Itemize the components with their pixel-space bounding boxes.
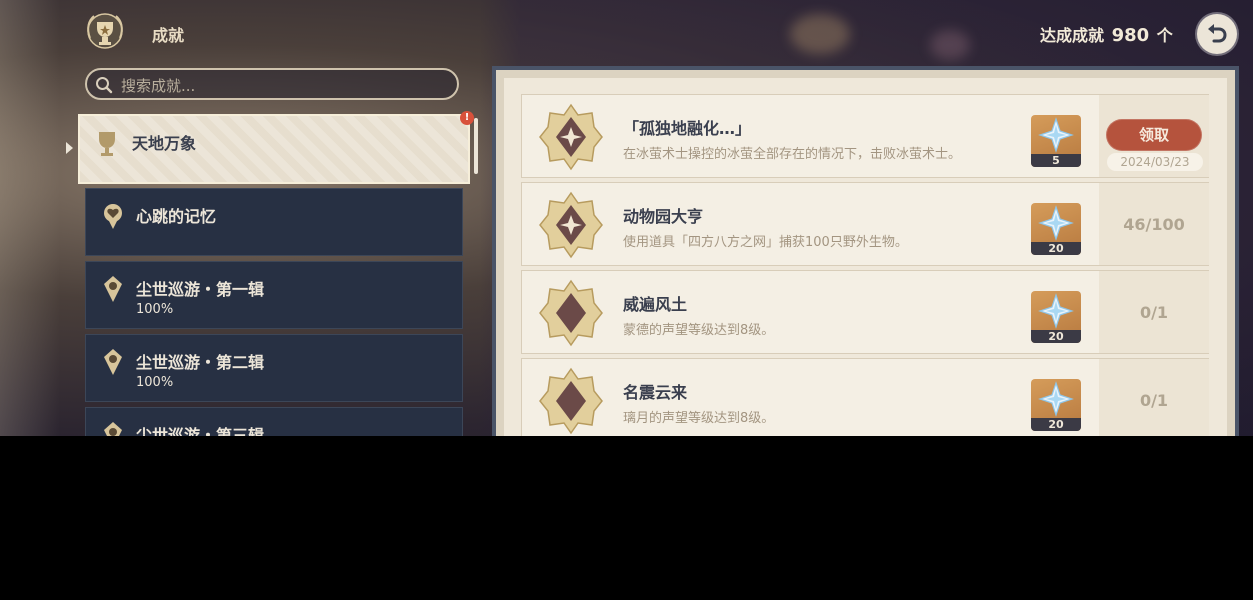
achievement-row[interactable]: 名震云来 璃月的声望等级达到8级。 20 0/1 xyxy=(521,358,1209,436)
heart-medal-icon xyxy=(104,204,122,229)
search-box[interactable] xyxy=(85,68,459,100)
selected-indicator-arrow xyxy=(66,142,73,154)
achievement-medal-icon xyxy=(539,103,603,171)
category-item[interactable]: 尘世巡游・第三辑 xyxy=(85,407,463,436)
achievement-description: 蒙德的声望等级达到8级。 xyxy=(623,323,775,338)
category-item-selected[interactable]: 天地万象 xyxy=(78,114,470,184)
primogem-icon xyxy=(1038,293,1074,329)
category-item[interactable]: 心跳的记忆 xyxy=(85,188,463,256)
primogem-icon xyxy=(1038,205,1074,241)
category-name: 尘世巡游・第二辑 xyxy=(136,353,265,372)
trophy-wreath-icon xyxy=(80,8,130,58)
bokeh-light xyxy=(930,30,970,60)
achievements-screen: 成就 达成成就 980 个 天地万象 ! xyxy=(0,0,1253,436)
achievement-medal-icon xyxy=(539,191,603,259)
reward-item: 20 xyxy=(1031,203,1081,255)
reward-quantity: 5 xyxy=(1031,154,1081,167)
back-button[interactable] xyxy=(1197,14,1237,54)
reward-item: 20 xyxy=(1031,379,1081,431)
reward-quantity: 20 xyxy=(1031,330,1081,343)
achievement-date: 2024/03/23 xyxy=(1107,153,1203,171)
achievement-medal-icon xyxy=(539,367,603,435)
category-name: 心跳的记忆 xyxy=(136,207,217,226)
achievement-row[interactable]: 「孤独地融化…」 在冰萤术士操控的冰萤全部存在的情况下，击败冰萤术士。 5 领取… xyxy=(521,94,1209,178)
achievement-row[interactable]: 动物园大亨 使用道具「四方八方之网」捕获100只野外生物。 20 46/100 xyxy=(521,182,1209,266)
achievement-row[interactable]: 威遍风土 蒙德的声望等级达到8级。 20 0/1 xyxy=(521,270,1209,354)
achievement-description: 在冰萤术士操控的冰萤全部存在的情况下，击败冰萤术士。 xyxy=(623,147,962,162)
bokeh-light xyxy=(790,14,850,54)
category-item[interactable]: 尘世巡游・第二辑 100% xyxy=(85,334,463,402)
travel-badge-icon xyxy=(104,276,122,302)
search-icon xyxy=(96,77,113,94)
reward-quantity: 20 xyxy=(1031,242,1081,255)
achievement-title: 「孤独地融化…」 xyxy=(623,119,752,138)
category-name: 尘世巡游・第三辑 xyxy=(136,426,265,436)
primogem-icon xyxy=(1038,117,1074,153)
trophy-icon xyxy=(99,132,115,156)
category-progress: 100% xyxy=(136,375,174,390)
achievement-description: 璃月的声望等级达到8级。 xyxy=(623,411,775,426)
achievement-title: 动物园大亨 xyxy=(623,207,704,226)
achievement-progress: 46/100 xyxy=(1099,183,1209,265)
achievement-progress: 0/1 xyxy=(1099,359,1209,436)
category-list-scrollbar[interactable] xyxy=(474,118,478,174)
search-input[interactable] xyxy=(119,74,443,98)
achievement-count: 达成成就 980 个 xyxy=(1040,22,1173,46)
return-arrow-icon xyxy=(1208,24,1227,43)
category-progress: 100% xyxy=(136,302,174,317)
new-notification-badge: ! xyxy=(460,111,474,125)
category-name: 天地万象 xyxy=(132,134,197,153)
category-item[interactable]: 尘世巡游・第一辑 100% xyxy=(85,261,463,329)
achievement-count-unit: 个 xyxy=(1156,26,1173,45)
travel-badge-icon xyxy=(104,422,122,436)
achievement-progress: 0/1 xyxy=(1099,271,1209,353)
achievement-description: 使用道具「四方八方之网」捕获100只野外生物。 xyxy=(623,235,908,250)
travel-badge-icon xyxy=(104,349,122,375)
achievement-count-label: 达成成就 xyxy=(1040,26,1105,45)
reward-quantity: 20 xyxy=(1031,418,1081,431)
reward-item: 5 xyxy=(1031,115,1081,167)
primogem-icon xyxy=(1038,381,1074,417)
category-name: 尘世巡游・第一辑 xyxy=(136,280,265,299)
achievement-count-value: 980 xyxy=(1111,25,1150,46)
achievement-title: 威遍风土 xyxy=(623,295,688,314)
claim-reward-button[interactable]: 领取 xyxy=(1106,119,1202,151)
achievement-title: 名震云来 xyxy=(623,383,688,402)
achievement-medal-icon xyxy=(539,279,603,347)
page-title: 成就 xyxy=(152,26,185,45)
reward-item: 20 xyxy=(1031,291,1081,343)
